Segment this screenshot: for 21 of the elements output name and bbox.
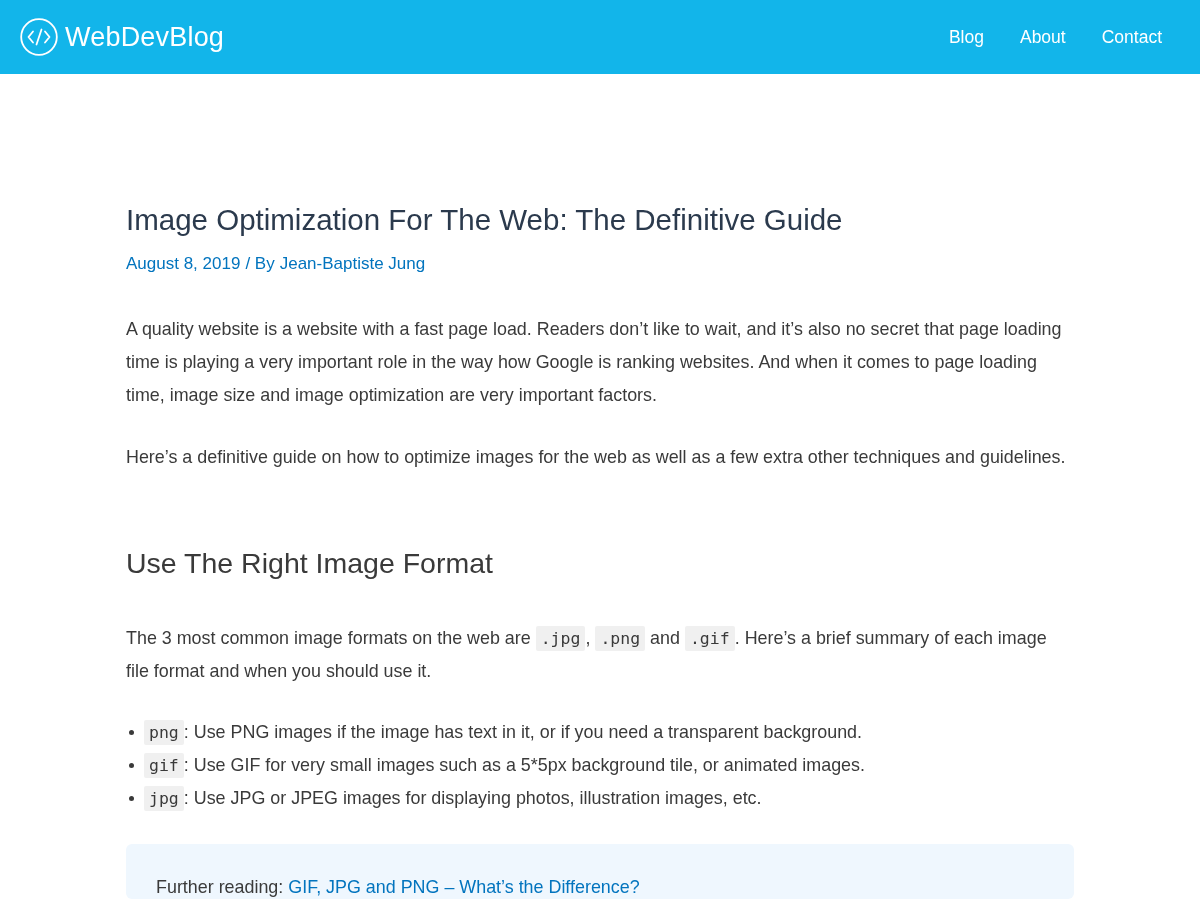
author-link[interactable]: Jean-Baptiste Jung <box>279 252 426 276</box>
article-link[interactable]: GIF, JPG and PNG – What’s the Difference? <box>288 875 640 899</box>
bullet-icon <box>129 796 134 801</box>
code-logo-icon <box>20 18 58 56</box>
article-title: Image Optimization For The Web: The Definitive Guide <box>126 202 844 238</box>
nav-link[interactable]: Contact <box>1101 26 1162 48</box>
byline-text: / By <box>245 253 275 275</box>
nav-link[interactable]: About <box>1019 26 1066 48</box>
paragraph: A quality website is a website with a fast page load. Readers don’t like to wait, and it’s also no secret that page loading time is playing a very important role in the way how Google is ranking websites. And when it comes to page loading time, image size and image optimization are very important factors. <box>126 318 1063 407</box>
bullet-icon <box>129 763 134 768</box>
list-item-text: png : Use PNG images if the image has text in it, or if you need a transparent background. <box>144 716 863 749</box>
paragraph: Here’s a definitive guide on how to optimize images for the web as well as a few extra other techniques and guidelines. <box>126 446 1067 469</box>
date-link[interactable]: August 8, 2019 <box>126 252 241 276</box>
list-item-text: jpg : Use JPG or JPEG images for displaying photos, illustration images, etc. <box>144 782 762 815</box>
further-reading-label: Further reading: <box>156 876 284 899</box>
site-logo-link[interactable]: WebDevBlog <box>20 18 225 56</box>
list-item-text: gif : Use GIF for very small images such as a 5*5px background tile, or animated images. <box>144 749 865 782</box>
bullet-icon <box>129 730 134 735</box>
paragraph: The 3 most common image formats on the web are .jpg , .png and .gif . Here’s a brief summary of each image file format and when you should use it. <box>126 625 1048 683</box>
section-heading: Use The Right Image Format <box>126 546 494 581</box>
nav-link[interactable]: Blog <box>948 26 984 48</box>
